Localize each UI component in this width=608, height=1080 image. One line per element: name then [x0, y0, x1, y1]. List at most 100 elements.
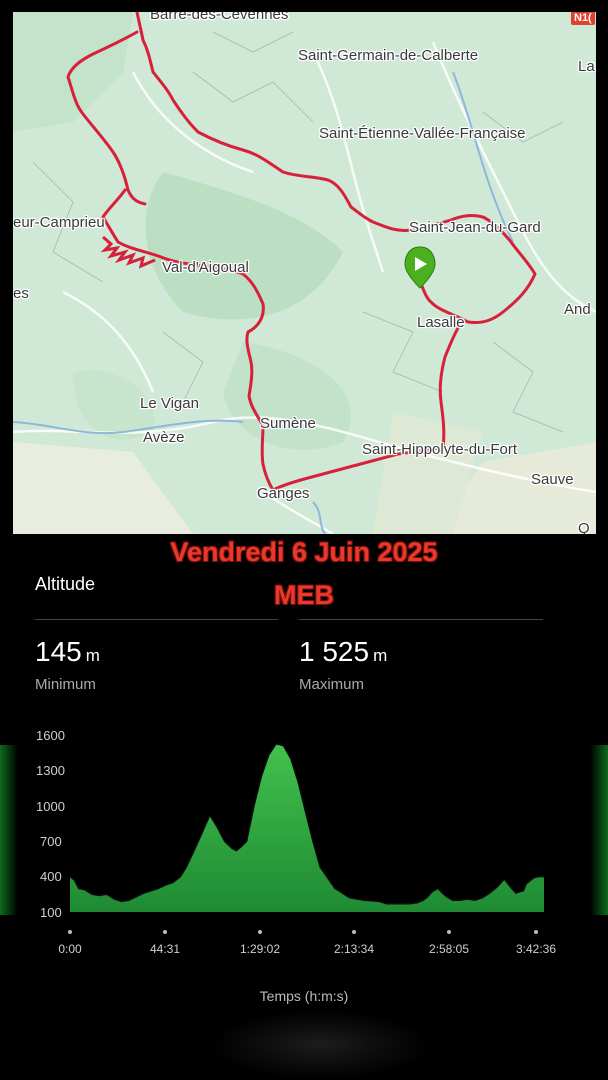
place-label: Val-d'Aigoual: [162, 259, 249, 276]
elevation-point: [179, 876, 181, 878]
elevation-area: [70, 743, 544, 912]
x-tick-dot: [68, 930, 72, 934]
elevation-area-plot: [69, 742, 545, 912]
elevation-point: [143, 892, 145, 894]
road-badge: N1(: [571, 12, 595, 25]
place-label: Saint-Étienne-Vallée-Française: [319, 125, 526, 142]
elevation-point: [113, 898, 115, 900]
elevation-point: [522, 890, 525, 892]
elevation-point: [511, 887, 513, 889]
elevation-point: [165, 884, 167, 886]
place-label: Saint-Jean-du-Gard: [409, 219, 541, 236]
elevation-point: [515, 892, 517, 894]
elevation-point: [422, 899, 424, 901]
elevation-point: [297, 781, 299, 783]
elevation-point: [385, 903, 388, 905]
elevation-point: [240, 846, 242, 848]
elevation-point: [282, 745, 284, 747]
place-label: eur-Camprieu: [13, 214, 105, 231]
elevation-point: [260, 775, 262, 777]
elevation-point: [120, 900, 123, 902]
elevation-point: [412, 902, 414, 904]
place-label: Sauve: [531, 471, 574, 488]
elevation-point: [349, 897, 351, 899]
elevation-point: [496, 886, 498, 888]
elevation-point: [78, 887, 80, 889]
elevation-point: [185, 866, 187, 868]
place-label: Saint-Germain-de-Calberte: [298, 47, 479, 64]
altitude-max-unit: m: [373, 646, 388, 665]
altitude-max-value: 1 525 m: [299, 636, 387, 668]
x-tick-dot: [163, 930, 167, 934]
altitude-heading: Altitude: [35, 574, 96, 594]
elevation-point: [437, 887, 439, 889]
place-label: Barre-des-Cévennes: [150, 12, 289, 23]
divider: [299, 619, 543, 620]
elevation-point: [172, 881, 174, 884]
place-label: Sumène: [260, 415, 316, 432]
elevation-point: [73, 879, 75, 881]
elevation-point: [216, 826, 218, 828]
elevation-point: [268, 754, 270, 756]
elevation-point: [231, 847, 233, 849]
x-tick-label: 3:42:36: [515, 942, 557, 956]
elevation-point: [275, 743, 277, 745]
divider: [35, 619, 278, 620]
elevation-point: [84, 889, 86, 891]
elevation-point: [246, 840, 248, 842]
x-tick-dot: [534, 930, 538, 934]
route-map[interactable]: N1( Barre-des-Cévennes Saint-Germain-de-…: [13, 12, 596, 534]
elevation-point: [433, 890, 435, 892]
x-tick-label: 44:31: [149, 942, 181, 956]
elevation-point: [91, 893, 93, 895]
elevation-point: [194, 847, 196, 849]
elevation-point: [533, 877, 535, 879]
elevation-point: [128, 899, 130, 901]
elevation-point: [235, 850, 237, 852]
altitude-min-unit: m: [85, 646, 100, 665]
place-label: Le Vigan: [140, 395, 199, 412]
place-label: Avèze: [143, 429, 185, 446]
x-tick-dot: [352, 930, 356, 934]
elevation-point: [416, 902, 418, 904]
elevation-point: [400, 903, 402, 905]
x-tick-label: 1:29:02: [239, 942, 281, 956]
elevation-point: [430, 892, 432, 894]
elevation-point: [441, 892, 443, 894]
elevation-point: [201, 831, 204, 833]
elevation-point: [135, 896, 137, 898]
elevation-point: [150, 890, 152, 892]
elevation-point: [98, 894, 100, 897]
elevation-point: [452, 899, 454, 901]
elevation-point: [378, 900, 380, 902]
elevation-point: [319, 866, 321, 868]
x-tick-dot: [447, 930, 451, 934]
x-tick-label: 2:13:34: [333, 942, 375, 956]
place-label: Saint-Hippolyte-du-Fort: [362, 441, 518, 458]
elevation-point: [459, 899, 461, 901]
elevation-point: [481, 897, 483, 899]
elevation-point: [69, 876, 71, 878]
altitude-max-caption: Maximum: [299, 676, 365, 693]
elevation-point: [518, 891, 520, 893]
place-label: es: [13, 285, 29, 302]
elevation-point: [488, 892, 491, 894]
x-tick-dot: [258, 930, 262, 934]
elevation-point: [537, 876, 539, 878]
x-axis-title: Temps (h:m:s): [259, 988, 349, 1004]
place-label: Ganges: [257, 485, 310, 502]
elevation-point: [209, 814, 211, 816]
place-label: La: [578, 58, 595, 75]
ride-date-title: Vendredi 6 Juin 2025: [170, 537, 438, 567]
altitude-min-number: 145: [35, 636, 82, 667]
elevation-point: [363, 899, 365, 901]
altitude-max-number: 1 525: [299, 636, 370, 667]
x-tick-label: 0:00: [58, 942, 82, 956]
bottom-haze: [210, 1010, 430, 1080]
elevation-point: [224, 840, 226, 842]
elevation-point: [312, 840, 314, 842]
elevation-point: [427, 896, 429, 898]
x-tick-label: 2:58:05: [428, 942, 470, 956]
altitude-min-caption: Minimum: [35, 676, 96, 693]
elevation-point: [409, 903, 411, 905]
